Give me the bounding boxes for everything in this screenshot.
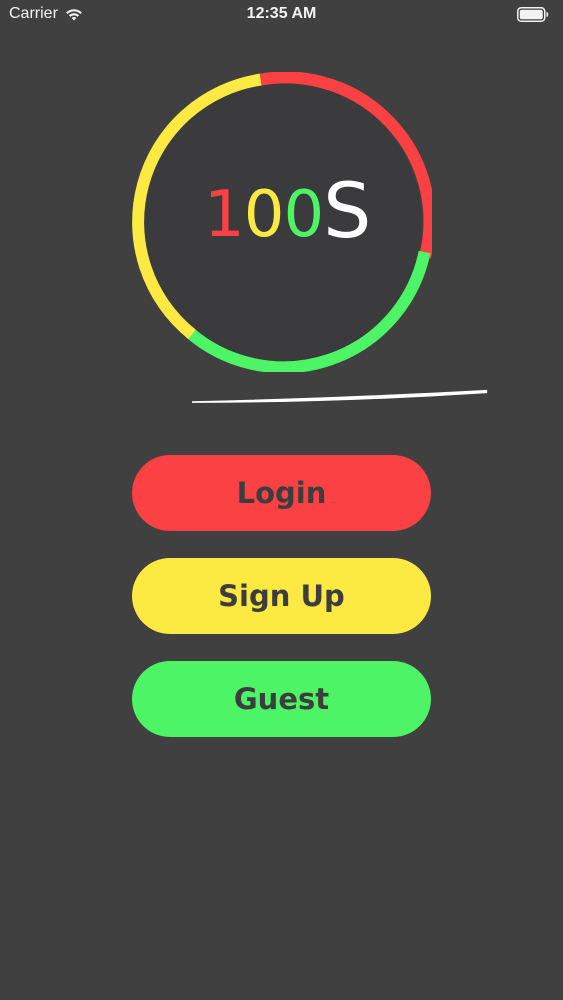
logo-digit-zero-second: 0 (283, 178, 324, 252)
sign-up-button[interactable]: Sign Up (132, 558, 431, 634)
battery-icon (517, 7, 549, 22)
logo-letter-s: S (323, 166, 371, 255)
guest-button[interactable]: Guest (132, 661, 431, 737)
logo-digit-zero-first: 0 (243, 178, 285, 252)
logo-wordmark: 1 0 0 S (204, 166, 371, 255)
app-screen: Carrier 12:35 AM 1 0 0 S Login Sign Up G… (0, 0, 563, 1000)
app-logo: 1 0 0 S (132, 72, 488, 403)
status-bar: Carrier 12:35 AM (0, 0, 563, 30)
login-button[interactable]: Login (132, 455, 431, 531)
logo-digit-one: 1 (204, 178, 245, 252)
status-time: 12:35 AM (246, 5, 317, 22)
